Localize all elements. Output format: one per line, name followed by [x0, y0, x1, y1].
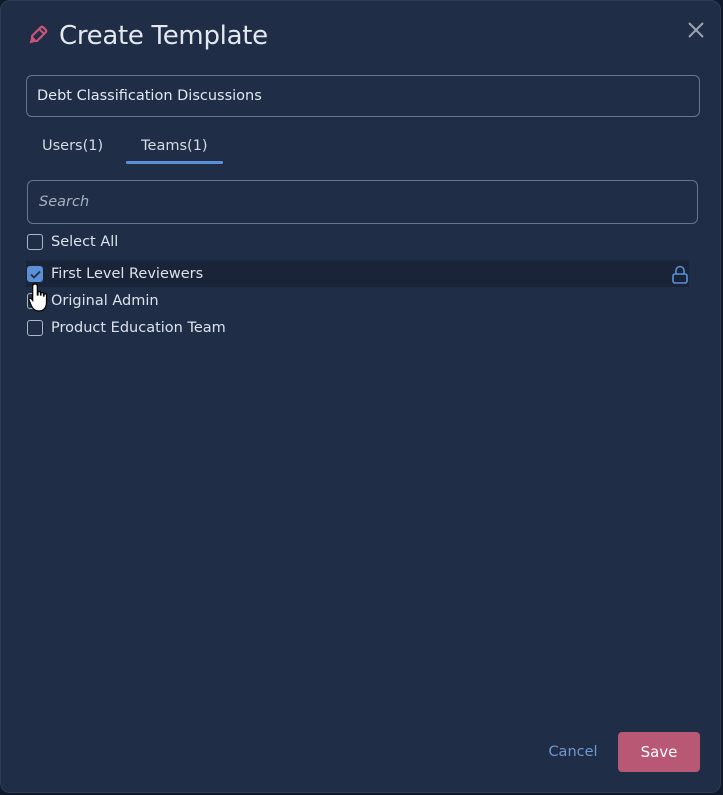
team-label: First Level Reviewers	[51, 266, 204, 282]
team-row[interactable]: Product Education Team	[26, 315, 689, 341]
save-button[interactable]: Save	[618, 732, 700, 772]
create-template-dialog: Create Template Users(1) Teams(1) Select…	[0, 0, 721, 793]
team-checkbox[interactable]	[27, 320, 43, 336]
close-icon[interactable]	[686, 20, 706, 40]
pencil-icon	[29, 25, 48, 44]
select-all-row[interactable]: Select All	[26, 229, 689, 255]
lock-icon	[672, 265, 688, 284]
team-label: Product Education Team	[51, 320, 226, 336]
tab-bar: Users(1) Teams(1)	[27, 134, 231, 164]
checkmark-icon	[29, 270, 41, 279]
search-input[interactable]	[27, 180, 698, 224]
cancel-button[interactable]: Cancel	[541, 732, 605, 772]
tab-users[interactable]: Users(1)	[27, 134, 118, 162]
team-checkbox[interactable]	[27, 266, 43, 282]
dialog-header: Create Template	[25, 21, 268, 51]
team-row[interactable]: First Level Reviewers	[26, 261, 689, 287]
select-all-label: Select All	[51, 234, 119, 250]
team-row[interactable]: Original Admin	[26, 288, 689, 314]
team-checkbox[interactable]	[27, 293, 43, 309]
template-name-input[interactable]	[26, 75, 700, 117]
tab-teams[interactable]: Teams(1)	[126, 134, 224, 164]
dialog-title: Create Template	[59, 21, 268, 51]
select-all-checkbox[interactable]	[27, 234, 43, 250]
team-label: Original Admin	[51, 293, 159, 309]
